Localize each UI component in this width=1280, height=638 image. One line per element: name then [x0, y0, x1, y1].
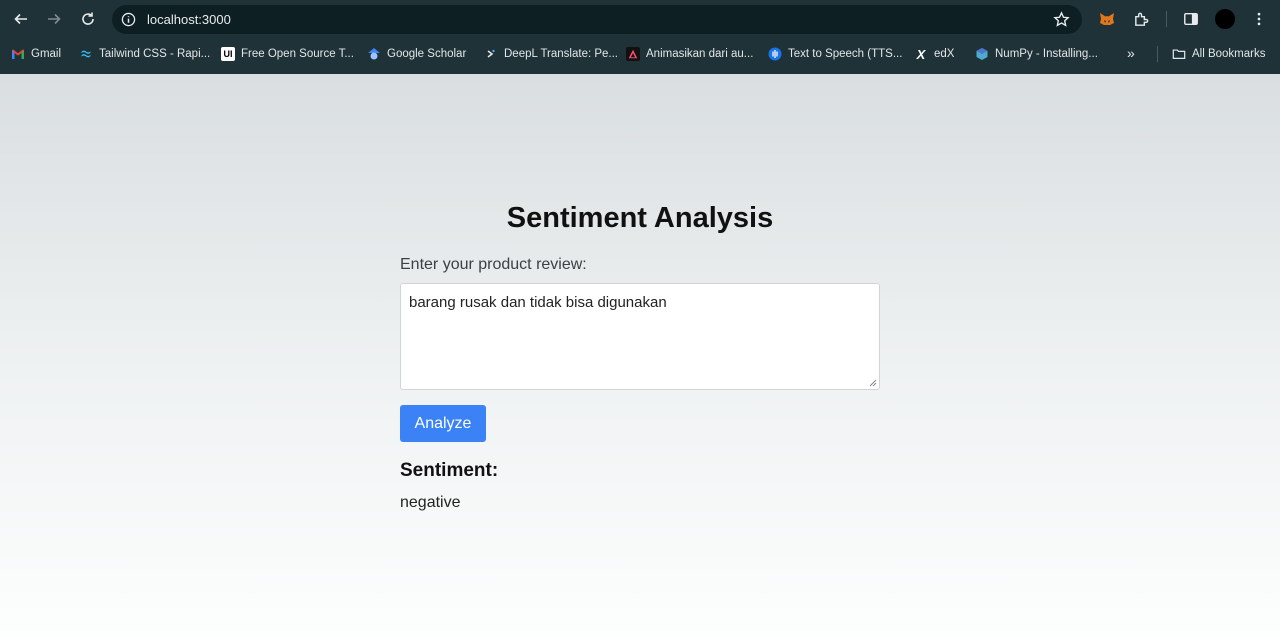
page-content: Sentiment Analysis Enter your product re… — [0, 74, 1280, 638]
sentiment-result: negative — [400, 494, 461, 511]
menu-button[interactable] — [1248, 8, 1270, 30]
review-label: Enter your product review: — [400, 256, 587, 273]
bookmark-google-scholar[interactable]: Google Scholar — [367, 46, 466, 62]
arrow-left-icon — [14, 13, 27, 25]
bookmarks-divider — [1157, 46, 1158, 62]
bookmark-deepl[interactable]: DeepL Translate: Pe... — [484, 46, 618, 62]
back-button[interactable] — [9, 7, 33, 31]
all-bookmarks-button[interactable]: All Bookmarks — [1172, 46, 1266, 62]
browser-toolbar: localhost:3000 — [0, 0, 1280, 38]
bookmark-label: Animasikan dari au... — [646, 48, 754, 60]
bookmark-label: DeepL Translate: Pe... — [504, 48, 619, 60]
bookmark-label: Gmail — [31, 48, 62, 60]
side-panel-button[interactable] — [1180, 8, 1202, 30]
bookmark-edx[interactable]: X edX — [914, 46, 955, 62]
toolbar-divider — [1166, 11, 1167, 27]
browser-chrome: localhost:3000 Gmail Tailwind CSS - Rapi… — [0, 0, 1280, 74]
ui-icon: UI — [221, 47, 235, 61]
resize-handle-icon[interactable] — [869, 379, 877, 387]
bookmark-label: Text to Speech (TTS... — [788, 48, 903, 60]
review-text: barang rusak dan tidak bisa digunakan — [409, 294, 667, 311]
bookmark-label: Free Open Source T... — [241, 48, 354, 60]
scholar-icon — [367, 47, 381, 61]
bookmark-free-open-source[interactable]: UI Free Open Source T... — [221, 46, 354, 62]
kebab-menu-icon — [1257, 12, 1261, 26]
analyze-button[interactable]: Analyze — [400, 405, 486, 442]
bookmark-label: edX — [934, 48, 955, 60]
url-text: localhost:3000 — [147, 12, 231, 27]
folder-icon — [1172, 47, 1186, 61]
animate-icon — [626, 47, 640, 61]
puzzle-icon — [1134, 12, 1148, 26]
bookmark-label: Tailwind CSS - Rapi... — [99, 48, 211, 60]
sentiment-heading: Sentiment: — [400, 460, 499, 481]
all-bookmarks-label: All Bookmarks — [1192, 48, 1266, 60]
address-bar[interactable]: localhost:3000 — [112, 5, 1082, 34]
bookmark-animasikan[interactable]: Animasikan dari au... — [626, 46, 753, 62]
more-bookmarks-button[interactable]: » — [1127, 45, 1135, 61]
review-textarea[interactable]: barang rusak dan tidak bisa digunakan — [400, 283, 880, 390]
arrow-right-icon — [48, 13, 61, 25]
side-panel-icon — [1184, 12, 1198, 26]
bookmark-star-icon[interactable] — [1053, 11, 1070, 28]
gmail-icon — [11, 47, 25, 61]
tts-icon — [768, 47, 782, 61]
bookmarks-bar: Gmail Tailwind CSS - Rapi... UI Free Ope… — [0, 40, 1280, 68]
profile-avatar[interactable] — [1215, 9, 1235, 29]
bookmark-gmail[interactable]: Gmail — [11, 46, 61, 62]
reload-icon — [82, 12, 94, 25]
tailwind-icon — [79, 47, 93, 61]
bookmark-label: NumPy - Installing... — [995, 48, 1098, 60]
forward-button[interactable] — [42, 7, 66, 31]
bookmark-label: Google Scholar — [387, 48, 467, 60]
fox-icon — [1100, 13, 1114, 25]
page-title: Sentiment Analysis — [506, 202, 774, 234]
edx-icon: X — [916, 46, 926, 62]
bookmark-numpy[interactable]: NumPy - Installing... — [975, 46, 1098, 62]
extensions-button[interactable] — [1130, 8, 1152, 30]
site-info-icon[interactable] — [121, 12, 136, 27]
bookmark-tts[interactable]: Text to Speech (TTS... — [768, 46, 902, 62]
reload-button[interactable] — [76, 7, 100, 31]
bookmark-tailwind[interactable]: Tailwind CSS - Rapi... — [79, 46, 210, 62]
numpy-icon — [975, 47, 989, 61]
deepl-icon — [484, 47, 498, 61]
metamask-extension[interactable] — [1096, 8, 1118, 30]
